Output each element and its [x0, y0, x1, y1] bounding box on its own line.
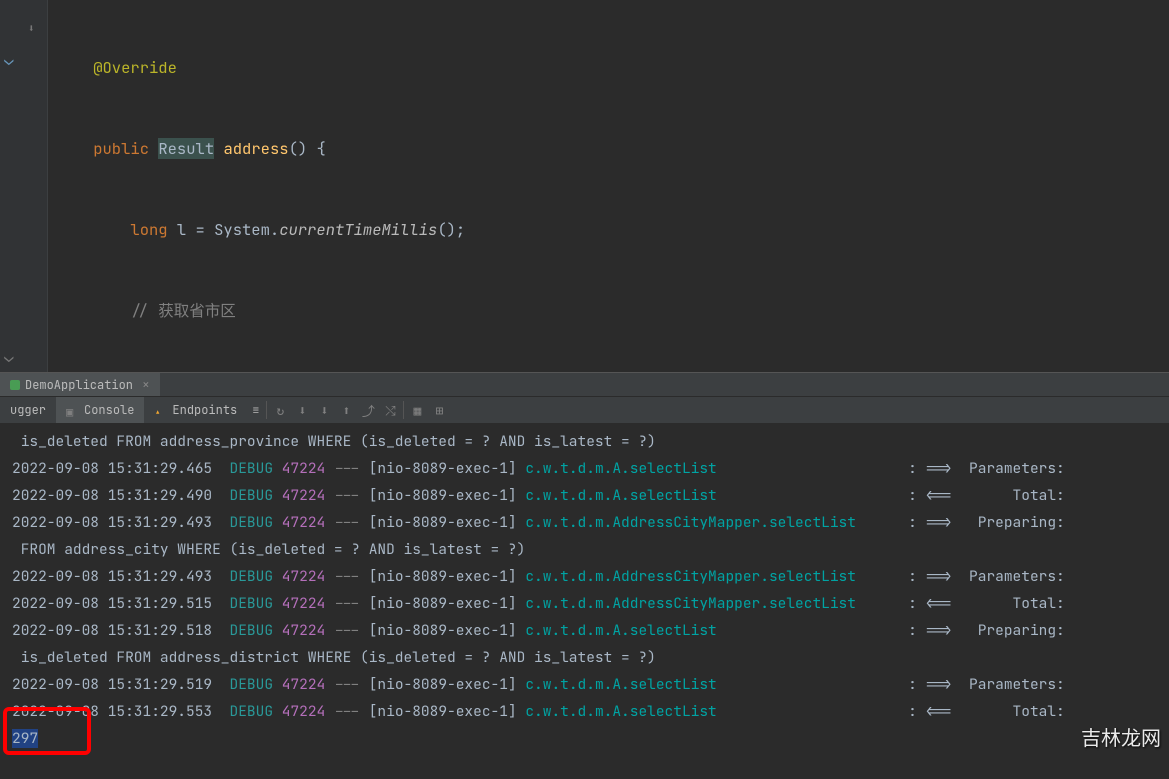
- fold-icon[interactable]: ⌄: [4, 49, 14, 70]
- annotation: @Override: [93, 57, 177, 78]
- console-output[interactable]: is_deleted FROM address_province WHERE (…: [0, 424, 1169, 756]
- tab-more[interactable]: ≡: [247, 397, 264, 423]
- tab-debugger[interactable]: ugger: [0, 397, 56, 423]
- close-icon[interactable]: ×: [142, 376, 150, 393]
- endpoints-icon: [154, 404, 167, 417]
- override-gutter-icon[interactable]: ⬇: [28, 22, 35, 36]
- run-tab-bar: DemoApplication ×: [0, 373, 1169, 397]
- log-line: 2022-09-08 15:31:29.465 DEBUG 47224 --- …: [12, 455, 1157, 482]
- method-name: address: [223, 138, 288, 159]
- debug-panel: DemoApplication × ugger Console Endpoint…: [0, 372, 1169, 779]
- fold-icon[interactable]: ⌄: [4, 346, 14, 367]
- comment: // 获取省市区: [130, 300, 235, 321]
- run-config-name: DemoApplication: [25, 377, 133, 393]
- run-status-icon: [10, 380, 20, 390]
- log-line: 2022-09-08 15:31:29.519 DEBUG 47224 --- …: [12, 671, 1157, 698]
- log-line: FROM address_city WHERE (is_deleted = ? …: [12, 536, 1157, 563]
- tab-console[interactable]: Console: [56, 397, 144, 423]
- import-button[interactable]: ⬇: [313, 399, 335, 421]
- log-line: 2022-09-08 15:31:29.518 DEBUG 47224 --- …: [12, 617, 1157, 644]
- highlighted-value: 297: [12, 725, 1157, 752]
- log-line: 2022-09-08 15:31:29.493 DEBUG 47224 --- …: [12, 509, 1157, 536]
- code-content[interactable]: @Override public Result address() { long…: [48, 0, 1169, 372]
- rerun-button[interactable]: ↻: [269, 399, 291, 421]
- up-button[interactable]: ⬆: [335, 399, 357, 421]
- grid-button[interactable]: ⊞: [428, 399, 450, 421]
- log-line: 2022-09-08 15:31:29.490 DEBUG 47224 --- …: [12, 482, 1157, 509]
- tab-endpoints[interactable]: Endpoints: [144, 397, 247, 423]
- debug-toolbar: ugger Console Endpoints ≡ ↻ ⬇ ⬇ ⬆ ⤴ ⤭ ▦ …: [0, 397, 1169, 424]
- watermark: 吉林龙网: [1081, 722, 1161, 751]
- console-icon: [66, 404, 79, 417]
- divider: [266, 401, 267, 419]
- editor-gutter: ⬇ ⌄ ⌄: [0, 0, 48, 372]
- log-line: is_deleted FROM address_province WHERE (…: [12, 428, 1157, 455]
- log-line: is_deleted FROM address_district WHERE (…: [12, 644, 1157, 671]
- code-editor[interactable]: ⬇ ⌄ ⌄ @Override public Result address() …: [0, 0, 1169, 372]
- divider: [403, 401, 404, 419]
- log-line: 2022-09-08 15:31:29.553 DEBUG 47224 --- …: [12, 698, 1157, 725]
- swap-button[interactable]: ⤭: [379, 399, 401, 421]
- layout-button[interactable]: ▦: [406, 399, 428, 421]
- exit-button[interactable]: ⤴: [357, 399, 379, 421]
- run-tab[interactable]: DemoApplication ×: [0, 373, 160, 396]
- log-line: 2022-09-08 15:31:29.515 DEBUG 47224 --- …: [12, 590, 1157, 617]
- export-button[interactable]: ⬇: [291, 399, 313, 421]
- log-line: 2022-09-08 15:31:29.493 DEBUG 47224 --- …: [12, 563, 1157, 590]
